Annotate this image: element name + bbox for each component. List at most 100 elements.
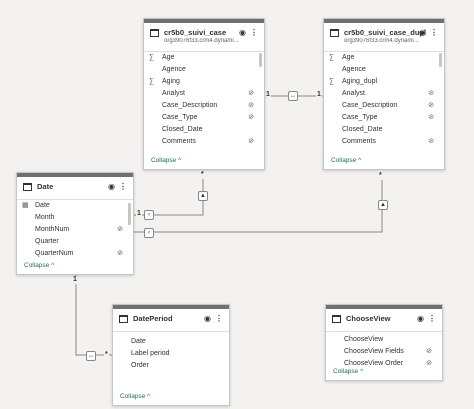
card-header[interactable]: cr5b0_suivi_case_dupl org39076f33.crm4.d…	[324, 23, 444, 52]
both-direction-icon[interactable]: ↔	[86, 351, 96, 361]
field-label: Date	[35, 202, 50, 209]
rel-line-date-case[interactable]	[134, 173, 204, 216]
more-icon[interactable]: ⋮	[250, 28, 258, 37]
eye-hidden-icon[interactable]: ⊘	[248, 88, 254, 100]
eye-hidden-icon[interactable]: ⊘	[428, 112, 434, 124]
field-label: QuarterNum	[35, 250, 74, 257]
field-list[interactable]: ▦ Date Month MonthNum ⊘ Quarter QuarterNum ⊘	[17, 200, 133, 262]
card-header[interactable]: cr5b0_suivi_case org39076f33.crm4.dynami…	[144, 23, 264, 52]
scrollbar[interactable]	[128, 203, 131, 225]
more-icon[interactable]: ⋮	[119, 182, 127, 191]
eye-hidden-icon[interactable]: ⊘	[248, 112, 254, 124]
scrollbar[interactable]	[439, 53, 442, 67]
field-label: Quarter	[35, 238, 59, 245]
eye-icon[interactable]: ◉	[108, 182, 115, 191]
field-label: Age	[162, 54, 175, 61]
field-label: Agence	[162, 66, 186, 73]
field-row[interactable]: Analyst ⊘	[324, 88, 444, 100]
eye-icon[interactable]: ◉	[204, 314, 211, 323]
field-row[interactable]: Agence	[144, 64, 264, 76]
field-label: Aging_dupl	[342, 78, 378, 85]
field-list[interactable]: ∑ Age Agence ∑ Aging Analyst ⊘ Case_Description…	[144, 52, 264, 150]
rel-card-case-one: 1	[265, 91, 271, 99]
field-row[interactable]: Comments ⊘	[324, 136, 444, 148]
both-direction-icon[interactable]: ↔	[288, 91, 298, 101]
eye-hidden-icon[interactable]: ⊘	[426, 358, 432, 370]
table-card-suivi-case[interactable]: cr5b0_suivi_case org39076f33.crm4.dynami…	[143, 18, 265, 170]
field-row[interactable]: Closed_Date	[324, 124, 444, 136]
collapse-link[interactable]: Collapse ^	[24, 262, 54, 269]
eye-hidden-icon[interactable]: ⊘	[117, 224, 123, 236]
more-icon[interactable]: ⋮	[430, 28, 438, 37]
table-card-date[interactable]: Date ◉ ⋮ ▦ Date Month MonthNum ⊘ Quarter Quarte…	[16, 172, 134, 275]
field-row[interactable]: Analyst ⊘	[144, 88, 264, 100]
table-card-suivi-case-dupl[interactable]: cr5b0_suivi_case_dupl org39076f33.crm4.d…	[323, 18, 445, 170]
field-row[interactable]: ∑ Aging_dupl	[324, 76, 444, 88]
card-header[interactable]: DatePeriod ◉ ⋮	[113, 309, 229, 332]
rel-line-date-dupl[interactable]	[134, 175, 383, 233]
eye-hidden-icon[interactable]: ⊘	[117, 248, 123, 260]
field-label: Analyst	[342, 90, 365, 97]
collapse-link[interactable]: Collapse ^	[120, 393, 150, 400]
field-label: Month	[35, 214, 55, 221]
eye-hidden-icon[interactable]: ⊘	[248, 136, 254, 148]
eye-hidden-icon[interactable]: ⊘	[428, 100, 434, 112]
sigma-icon: ∑	[329, 78, 334, 85]
sigma-icon: ∑	[149, 54, 154, 61]
single-direction-icon[interactable]: ‹	[144, 210, 154, 220]
rel-line-date-dateperiod[interactable]	[75, 275, 112, 356]
field-list[interactable]: Date Label period Order	[113, 332, 229, 376]
rel-card-dateperiod-many: *	[104, 351, 109, 359]
card-tools: ◉ ⋮	[419, 28, 438, 37]
field-row[interactable]: ∑ Age	[144, 52, 264, 64]
field-label: Comments	[342, 138, 376, 145]
eye-icon[interactable]: ◉	[417, 314, 424, 323]
field-list[interactable]: ChooseView ChooseView Fields ⊘ ChooseView O…	[326, 332, 442, 372]
card-title: Date	[37, 182, 54, 191]
field-row[interactable]: Closed_Date	[144, 124, 264, 136]
field-label: Aging	[162, 78, 180, 85]
card-header[interactable]: ChooseView ◉ ⋮	[326, 309, 442, 332]
collapse-link[interactable]: Collapse ^	[333, 368, 363, 375]
card-header[interactable]: Date ◉ ⋮	[17, 177, 133, 200]
eye-hidden-icon[interactable]: ⊘	[428, 88, 434, 100]
eye-icon[interactable]: ◉	[419, 28, 426, 37]
direction-up-icon[interactable]: ▲	[378, 200, 388, 210]
collapse-link[interactable]: Collapse ^	[331, 157, 361, 164]
single-direction-icon[interactable]: ‹	[144, 228, 154, 238]
field-label: ChooseView Fields	[344, 348, 404, 355]
table-card-dateperiod[interactable]: DatePeriod ◉ ⋮ Date Label period Order Coll…	[112, 304, 230, 406]
field-row[interactable]: QuarterNum ⊘	[17, 248, 133, 260]
field-row[interactable]: Case_Type ⊘	[324, 112, 444, 124]
card-subtitle: org39076f33.crm4.dynami...	[344, 38, 419, 44]
eye-hidden-icon[interactable]: ⊘	[248, 100, 254, 112]
field-label: Case_Type	[342, 114, 378, 121]
field-row[interactable]: Label period	[113, 348, 229, 360]
field-row[interactable]: Case_Description ⊘	[144, 100, 264, 112]
field-row[interactable]: ▦ Date	[17, 200, 133, 212]
direction-up-icon[interactable]: ▲	[198, 191, 208, 201]
eye-hidden-icon[interactable]: ⊘	[426, 346, 432, 358]
field-row[interactable]: Month	[17, 212, 133, 224]
field-row[interactable]: Agence	[324, 64, 444, 76]
field-row[interactable]: Case_Type ⊘	[144, 112, 264, 124]
field-row[interactable]: Case_Description ⊘	[324, 100, 444, 112]
field-row[interactable]: ∑ Age	[324, 52, 444, 64]
collapse-link[interactable]: Collapse ^	[151, 157, 181, 164]
field-row[interactable]: ChooseView	[326, 334, 442, 346]
field-row[interactable]: Order	[113, 360, 229, 372]
eye-hidden-icon[interactable]: ⊘	[428, 136, 434, 148]
field-row[interactable]: ChooseView Fields ⊘	[326, 346, 442, 358]
scrollbar[interactable]	[259, 53, 262, 67]
field-list[interactable]: ∑ Age Agence ∑ Aging_dupl Analyst ⊘ Case_Descri…	[324, 52, 444, 150]
field-row[interactable]: Date	[113, 336, 229, 348]
field-row[interactable]: Comments ⊘	[144, 136, 264, 148]
eye-icon[interactable]: ◉	[239, 28, 246, 37]
field-label: Case_Description	[162, 102, 218, 109]
field-row[interactable]: MonthNum ⊘	[17, 224, 133, 236]
more-icon[interactable]: ⋮	[428, 314, 436, 323]
more-icon[interactable]: ⋮	[215, 314, 223, 323]
table-card-chooseview[interactable]: ChooseView ◉ ⋮ ChooseView ChooseView Field…	[325, 304, 443, 381]
field-row[interactable]: ∑ Aging	[144, 76, 264, 88]
field-row[interactable]: Quarter	[17, 236, 133, 248]
